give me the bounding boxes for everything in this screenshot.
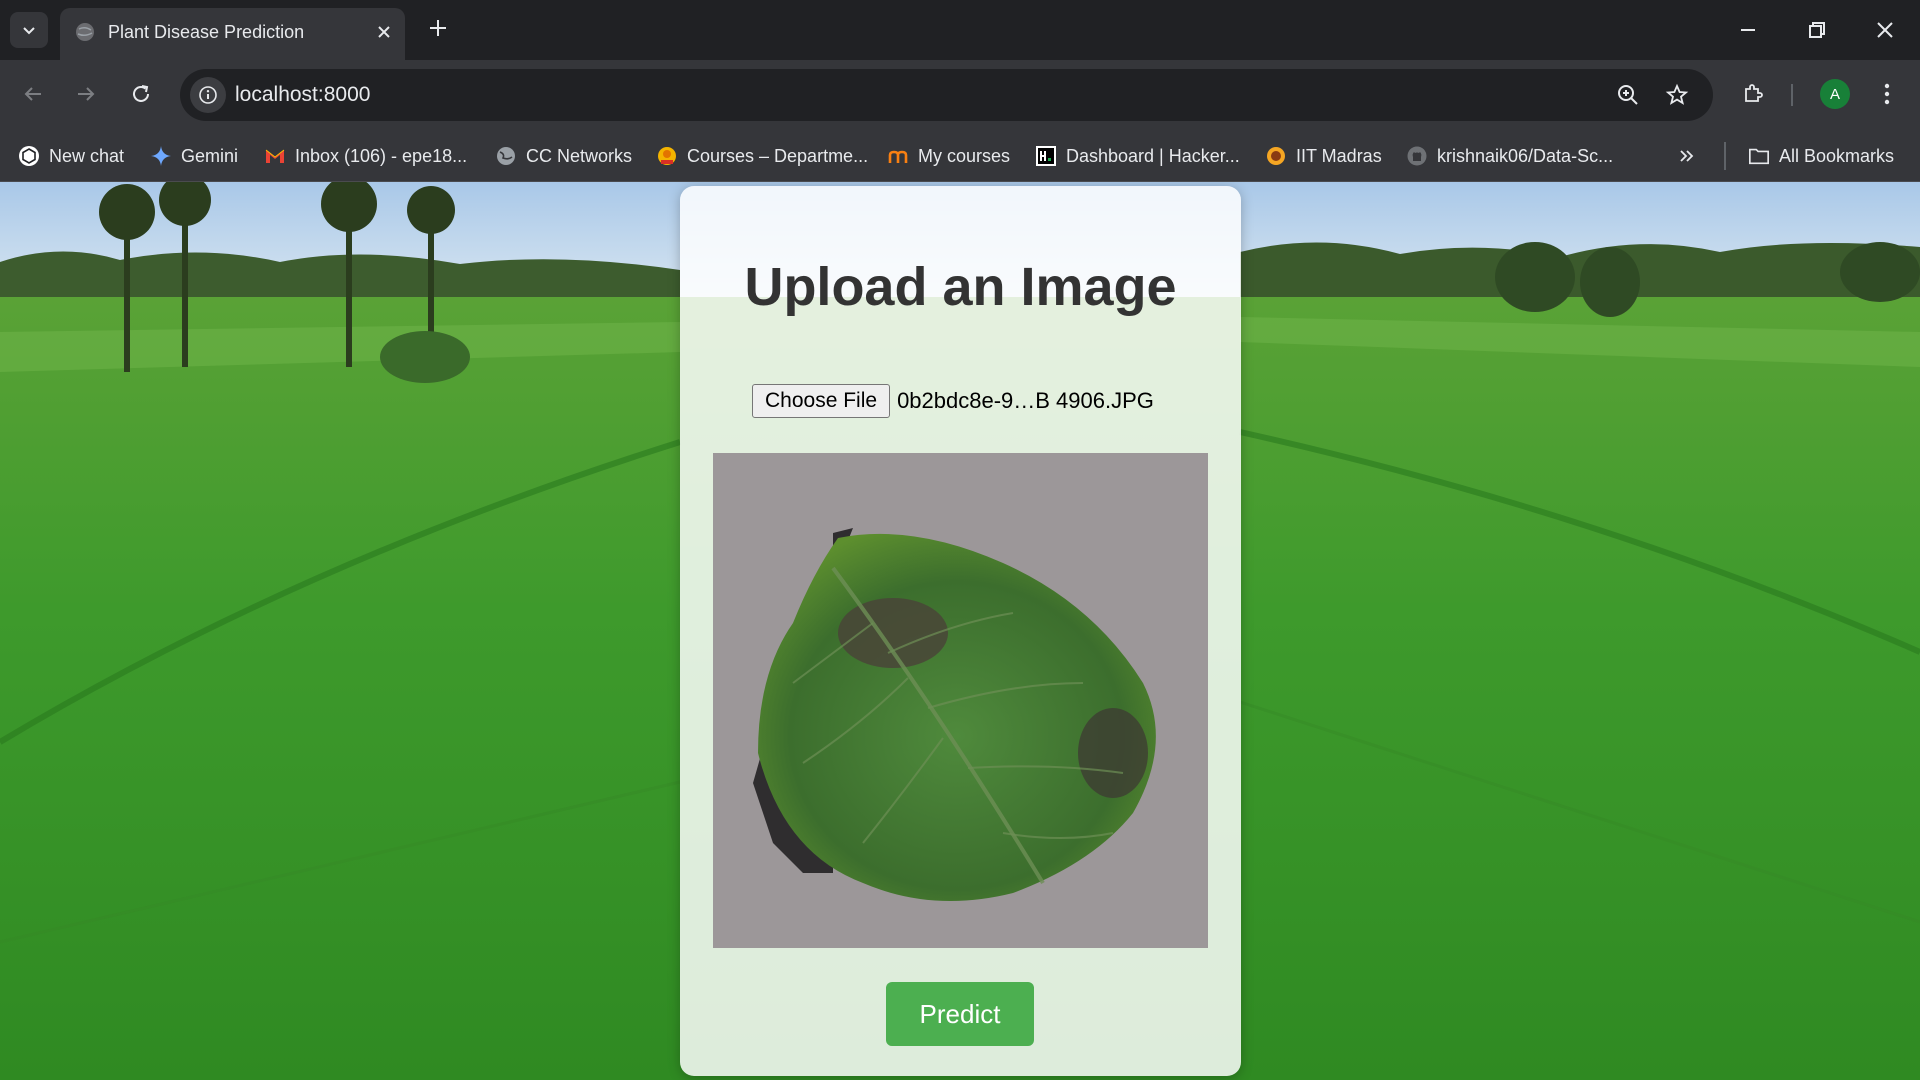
arrow-left-icon bbox=[24, 87, 41, 101]
new-tab-button[interactable] bbox=[424, 14, 452, 42]
courses-icon bbox=[656, 145, 678, 167]
site-info-button[interactable] bbox=[190, 77, 226, 113]
extensions-button[interactable] bbox=[1735, 76, 1771, 112]
selected-file-name: 0b2bdc8e-9…B 4906.JPG bbox=[897, 388, 1154, 413]
bookmarks-bar: New chat Gemini Inbox (106) - epe18... C… bbox=[0, 130, 1920, 182]
browser-menu-button[interactable] bbox=[1869, 76, 1905, 112]
back-button[interactable] bbox=[15, 76, 51, 112]
minimize-button[interactable] bbox=[1728, 10, 1768, 50]
reload-icon bbox=[133, 85, 149, 102]
bookmark-label: Courses – Departme... bbox=[687, 145, 869, 166]
bookmark-my-courses[interactable]: My courses bbox=[887, 142, 1010, 170]
all-bookmarks-label: All Bookmarks bbox=[1779, 145, 1895, 166]
bookmark-star-button[interactable] bbox=[1663, 81, 1691, 109]
bookmark-label: Gemini bbox=[181, 145, 239, 166]
bookmark-github[interactable]: krishnaik06/Data-Sc... bbox=[1406, 142, 1613, 170]
info-icon bbox=[199, 86, 217, 104]
tab-title: Plant Disease Prediction bbox=[108, 22, 305, 42]
bookmark-hackerrank[interactable]: Dashboard | Hacker... bbox=[1035, 142, 1240, 170]
bookmark-inbox[interactable]: Inbox (106) - epe18... bbox=[264, 142, 467, 170]
hackerrank-icon bbox=[1035, 145, 1057, 167]
restore-icon bbox=[1809, 22, 1825, 38]
choose-file-button[interactable]: Choose File bbox=[752, 384, 891, 418]
more-vert-icon bbox=[1884, 83, 1890, 105]
restore-button[interactable] bbox=[1797, 10, 1837, 50]
double-chevron-right-icon bbox=[1675, 145, 1697, 167]
tab-strip: Plant Disease Prediction bbox=[0, 0, 1920, 60]
folder-icon bbox=[1748, 145, 1770, 167]
reload-button[interactable] bbox=[123, 76, 159, 112]
globe-icon bbox=[76, 23, 94, 41]
minimize-icon bbox=[1741, 29, 1755, 31]
address-bar[interactable]: localhost:8000 bbox=[180, 69, 1713, 121]
close-icon bbox=[1877, 22, 1893, 38]
bookmark-label: Dashboard | Hacker... bbox=[1066, 145, 1240, 166]
leaf-image-preview bbox=[713, 453, 1208, 948]
star-icon bbox=[1665, 83, 1689, 105]
page-viewport: Upload an Image Choose File 0b2bdc8e-9…B… bbox=[0, 182, 1920, 1080]
upload-card: Upload an Image Choose File 0b2bdc8e-9…B… bbox=[680, 186, 1241, 1076]
bookmark-gemini[interactable]: Gemini bbox=[150, 142, 238, 170]
close-window-button[interactable] bbox=[1865, 10, 1905, 50]
tab-close-button[interactable] bbox=[372, 20, 396, 44]
browser-toolbar: localhost:8000 A bbox=[0, 60, 1920, 130]
predict-button[interactable]: Predict bbox=[886, 982, 1034, 1046]
chatgpt-icon bbox=[18, 145, 40, 167]
url-text[interactable]: localhost:8000 bbox=[235, 83, 370, 107]
close-icon bbox=[378, 26, 390, 38]
more-bookmarks-button[interactable] bbox=[1675, 142, 1697, 170]
bookmark-label: New chat bbox=[49, 145, 125, 166]
bookmark-label: krishnaik06/Data-Sc... bbox=[1437, 145, 1614, 166]
github-icon bbox=[1406, 145, 1428, 167]
bookmark-iit-madras[interactable]: IIT Madras bbox=[1265, 142, 1382, 170]
bookmark-label: IIT Madras bbox=[1296, 145, 1382, 166]
chevron-down-icon bbox=[23, 27, 35, 35]
page-title: Upload an Image bbox=[744, 257, 1177, 317]
toolbar-divider bbox=[1791, 84, 1793, 106]
arrow-right-icon bbox=[78, 87, 95, 101]
bookmark-cc-networks[interactable]: CC Networks bbox=[495, 142, 632, 170]
bookmark-label: My courses bbox=[918, 145, 1011, 166]
browser-tab[interactable]: Plant Disease Prediction bbox=[60, 8, 405, 60]
all-bookmarks-button[interactable]: All Bookmarks bbox=[1748, 142, 1894, 170]
bookmark-label: Inbox (106) - epe18... bbox=[295, 145, 468, 166]
bookmarks-divider bbox=[1724, 142, 1726, 170]
file-input[interactable]: Choose File 0b2bdc8e-9…B 4906.JPG bbox=[752, 384, 1154, 418]
plus-icon bbox=[430, 20, 446, 36]
moodle-icon bbox=[887, 145, 909, 167]
iitm-icon bbox=[1265, 145, 1287, 167]
tab-search-button[interactable] bbox=[10, 12, 48, 48]
gmail-icon bbox=[264, 145, 286, 167]
forward-button[interactable] bbox=[68, 76, 104, 112]
globe-icon bbox=[495, 145, 517, 167]
bookmark-new-chat[interactable]: New chat bbox=[18, 142, 124, 170]
profile-avatar[interactable]: A bbox=[1820, 79, 1850, 109]
zoom-icon bbox=[1618, 85, 1638, 105]
bookmark-courses[interactable]: Courses – Departme... bbox=[656, 142, 868, 170]
puzzle-icon bbox=[1745, 84, 1763, 102]
gemini-icon bbox=[150, 145, 172, 167]
bookmark-label: CC Networks bbox=[526, 145, 633, 166]
zoom-button[interactable] bbox=[1614, 81, 1642, 109]
